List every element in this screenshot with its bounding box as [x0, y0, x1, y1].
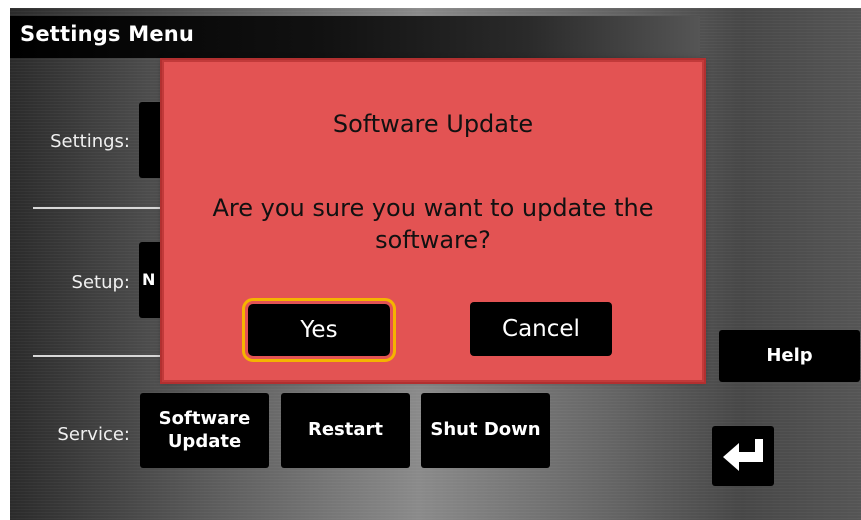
shut-down-button[interactable]: Shut Down: [421, 393, 550, 468]
setup-row-label: Setup:: [71, 272, 130, 293]
software-update-button[interactable]: Software Update: [140, 393, 269, 468]
divider: [33, 355, 163, 357]
cancel-button[interactable]: Cancel: [470, 302, 612, 356]
service-row-label: Service:: [57, 424, 130, 445]
back-button[interactable]: [712, 426, 774, 486]
yes-button[interactable]: Yes: [242, 298, 396, 362]
help-button[interactable]: Help: [719, 330, 860, 382]
divider: [33, 207, 163, 209]
settings-row-label: Settings:: [50, 131, 130, 152]
dialog-message: Are you sure you want to update the soft…: [212, 194, 654, 254]
page-title: Settings Menu: [20, 22, 195, 46]
dialog-title: Software Update: [332, 110, 534, 138]
setup-option-label: N: [142, 270, 156, 289]
software-update-dialog: Software Update Are you sure you want to…: [162, 60, 704, 382]
return-arrow-icon: [721, 433, 765, 480]
restart-button[interactable]: Restart: [281, 393, 410, 468]
